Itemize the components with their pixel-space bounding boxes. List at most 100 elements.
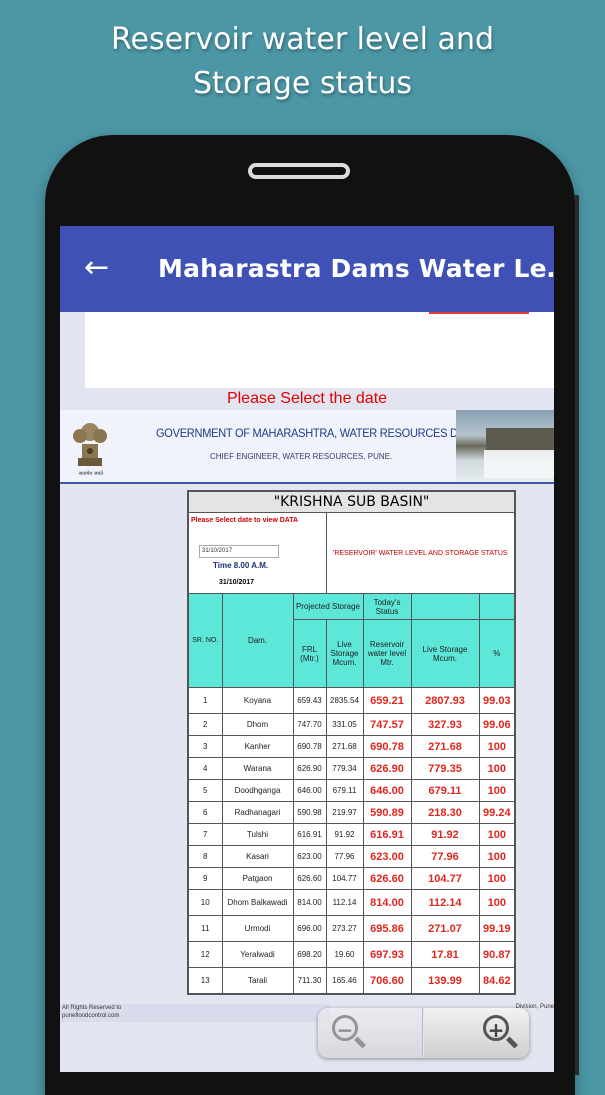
cell-frl: 623.00 bbox=[292, 845, 327, 868]
zoom-out-button[interactable]: − bbox=[318, 1008, 423, 1058]
dam-wall-shape bbox=[486, 428, 554, 450]
date-label: 31/10/2017 bbox=[219, 579, 255, 586]
footer-site-link[interactable]: punefloodcontrol.com bbox=[62, 1012, 330, 1020]
promo-line-1: Reservoir water level and bbox=[110, 22, 494, 57]
cell-storage: 271.07 bbox=[410, 915, 480, 942]
cell-pct: 100 bbox=[478, 757, 516, 780]
cell-level: 814.00 bbox=[362, 889, 412, 916]
cell-sr: 8 bbox=[187, 845, 223, 868]
cell-frl: 626.60 bbox=[292, 867, 327, 890]
cell-frl: 814.00 bbox=[292, 889, 327, 916]
footer-copyright: All Rights Reserved to punefloodcontrol.… bbox=[60, 1004, 330, 1022]
table-row: 7 Tulshi 616.91 91.92 616.91 91.92 100 bbox=[187, 823, 516, 846]
header-sr-no: SR. NO. bbox=[187, 593, 223, 688]
cell-pct: 99.24 bbox=[478, 801, 516, 824]
cell-level: 690.78 bbox=[362, 735, 412, 758]
cell-dam: Kanher bbox=[221, 735, 294, 758]
table-row: 1 Koyana 659.43 2835.54 659.21 2807.93 99.03 bbox=[187, 687, 516, 714]
cell-live: 112.14 bbox=[325, 889, 364, 916]
date-input[interactable]: 31/10/2017 bbox=[199, 545, 279, 558]
table-row: 6 Radhanagari 590.98 219.97 590.89 218.30 99.2… bbox=[187, 801, 516, 824]
table-row: 4 Warana 626.90 779.34 626.90 779.35 100 bbox=[187, 757, 516, 780]
cell-pct: 99.03 bbox=[478, 687, 516, 714]
table-row: 5 Doodhganga 646.00 679.11 646.00 679.11 100 bbox=[187, 779, 516, 802]
select-date-label: Please Select date to view DATA bbox=[191, 517, 299, 524]
cell-live: 273.27 bbox=[325, 915, 364, 942]
cell-dam: Kasari bbox=[221, 845, 294, 868]
cell-frl: 696.00 bbox=[292, 915, 327, 942]
cell-level: 695.86 bbox=[362, 915, 412, 942]
cell-storage: 91.92 bbox=[410, 823, 480, 846]
zoom-out-icon: − bbox=[332, 1015, 358, 1042]
dam-rows: 1 Koyana 659.43 2835.54 659.21 2807.93 99.03 2 D… bbox=[187, 687, 516, 995]
cell-frl: 711.30 bbox=[292, 967, 327, 995]
cell-sr: 12 bbox=[187, 941, 223, 968]
cell-level: 659.21 bbox=[362, 687, 412, 714]
header-dam: Dam. bbox=[221, 593, 294, 688]
cell-storage: 17.81 bbox=[410, 941, 480, 968]
cell-sr: 10 bbox=[187, 889, 223, 916]
ad-banner[interactable] bbox=[85, 312, 554, 388]
dam-photo bbox=[456, 410, 554, 482]
cell-sr: 13 bbox=[187, 967, 223, 995]
table-row: 8 Kasari 623.00 77.96 623.00 77.96 100 bbox=[187, 845, 516, 868]
cell-storage: 271.68 bbox=[410, 735, 480, 758]
cell-dam: Koyana bbox=[221, 687, 294, 714]
date-selector-cell: Please Select date to view DATA 31/10/20… bbox=[187, 512, 327, 594]
cell-level: 747.57 bbox=[362, 713, 412, 736]
cell-dam: Dhom Balkawadi bbox=[221, 889, 294, 916]
cell-pct: 99.06 bbox=[478, 713, 516, 736]
cell-pct: 100 bbox=[478, 845, 516, 868]
dam-spillway-shape bbox=[484, 450, 554, 478]
toolbar-title: Maharastra Dams Water Le… bbox=[158, 254, 554, 283]
cell-pct: 100 bbox=[478, 823, 516, 846]
header-live-storage: Live Storage Mcum. bbox=[325, 619, 364, 688]
cell-storage: 104.77 bbox=[410, 867, 480, 890]
zoom-in-button[interactable]: + bbox=[424, 1008, 529, 1058]
cell-pct: 100 bbox=[478, 735, 516, 758]
header-projected-storage: Projected Storage bbox=[292, 593, 364, 620]
app-toolbar: ← Maharastra Dams Water Le… bbox=[60, 226, 554, 312]
cell-pct: 84.62 bbox=[478, 967, 516, 995]
zoom-in-handle bbox=[505, 1036, 519, 1049]
basin-title: "KRISHNA SUB BASIN" bbox=[187, 490, 516, 513]
cell-storage: 327.93 bbox=[410, 713, 480, 736]
select-date-link[interactable]: Please Select the date bbox=[60, 388, 554, 410]
arrow-back-icon[interactable]: ← bbox=[84, 252, 116, 284]
cell-pct: 100 bbox=[478, 867, 516, 890]
cell-dam: Patgaon bbox=[221, 867, 294, 890]
status-title: 'RESERVOIR' WATER LEVEL AND STORAGE STAT… bbox=[325, 512, 516, 594]
table-row: 12 Yeralwadi 698.20 19.60 697.93 17.81 90.87 bbox=[187, 941, 516, 968]
header-live-storage-today: Live Storage Mcum. bbox=[410, 619, 480, 688]
cell-storage: 218.30 bbox=[410, 801, 480, 824]
cell-live: 219.97 bbox=[325, 801, 364, 824]
table-row: 10 Dhom Balkawadi 814.00 112.14 814.00 112.14… bbox=[187, 889, 516, 916]
cell-live: 165.46 bbox=[325, 967, 364, 995]
header-percent: % bbox=[478, 619, 516, 688]
table-row: 11 Urmodi 696.00 273.27 695.86 271.07 99.19 bbox=[187, 915, 516, 942]
cell-live: 77.96 bbox=[325, 845, 364, 868]
cell-live: 779.34 bbox=[325, 757, 364, 780]
government-banner: सत्यमेव जयते GOVERNMENT OF MAHARASHTRA, … bbox=[60, 410, 554, 484]
cell-level: 646.00 bbox=[362, 779, 412, 802]
cell-dam: Tulshi bbox=[221, 823, 294, 846]
banner-office-title: CHIEF ENGINEER, WATER RESOURCES, PUNE. bbox=[210, 452, 393, 461]
cell-storage: 779.35 bbox=[410, 757, 480, 780]
time-label: Time 8.00 A.M. bbox=[213, 561, 269, 570]
header-reservoir-level: Reservoir water level Mtr. bbox=[362, 619, 412, 688]
cell-sr: 2 bbox=[187, 713, 223, 736]
cell-frl: 616.91 bbox=[292, 823, 327, 846]
cell-dam: Yeralwadi bbox=[221, 941, 294, 968]
cell-frl: 690.78 bbox=[292, 735, 327, 758]
cell-sr: 11 bbox=[187, 915, 223, 942]
cell-live: 19.60 bbox=[325, 941, 364, 968]
cell-sr: 4 bbox=[187, 757, 223, 780]
cell-live: 91.92 bbox=[325, 823, 364, 846]
cell-dam: Doodhganga bbox=[221, 779, 294, 802]
table-row: 3 Kanher 690.78 271.68 690.78 271.68 100 bbox=[187, 735, 516, 758]
header-blank-2 bbox=[478, 593, 516, 620]
cell-live: 104.77 bbox=[325, 867, 364, 890]
cell-sr: 1 bbox=[187, 687, 223, 714]
footer-rights: All Rights Reserved to bbox=[62, 1005, 122, 1011]
web-content[interactable]: सत्यमेव जयते GOVERNMENT OF MAHARASHTRA, … bbox=[60, 410, 554, 1072]
